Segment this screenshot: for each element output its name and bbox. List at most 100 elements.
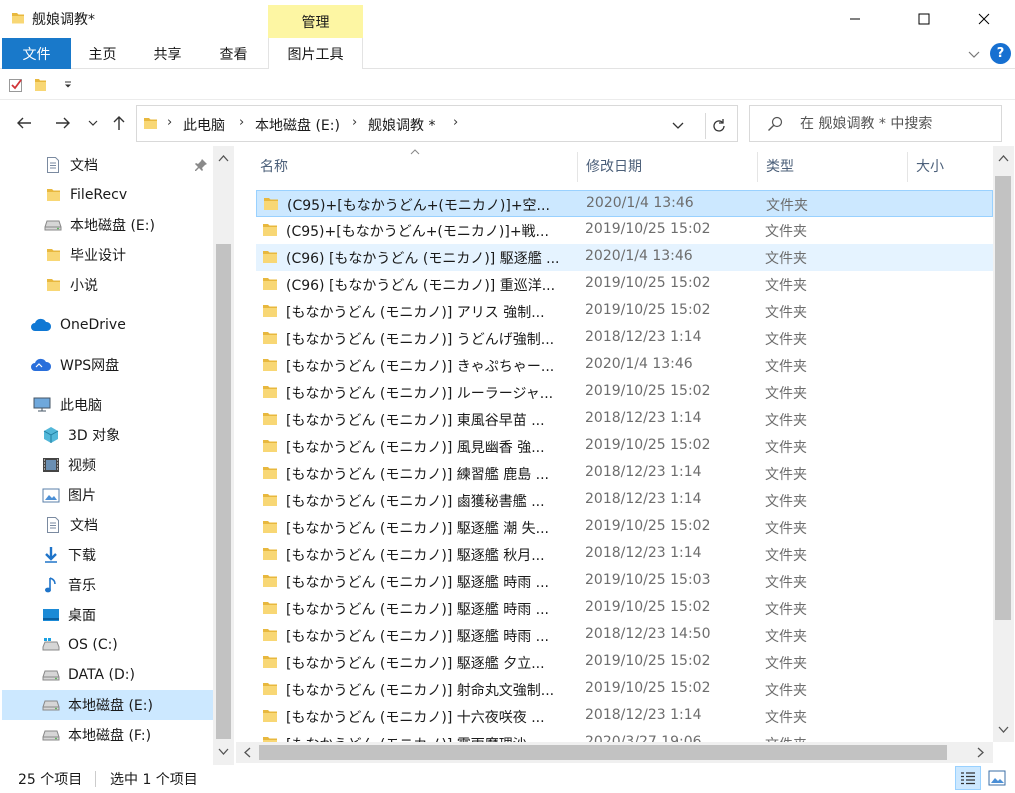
minimize-button[interactable] bbox=[832, 0, 878, 38]
maximize-button[interactable] bbox=[901, 0, 947, 38]
file-row[interactable]: [もなかうどん (モニカノ)] ルーラージャ... 2019/10/25 15:0… bbox=[256, 379, 993, 406]
properties-checkmark-icon[interactable] bbox=[8, 77, 24, 93]
file-row[interactable]: [もなかうどん (モニカノ)] 十六夜咲夜 ... 2018/12/23 1:14… bbox=[256, 703, 993, 730]
sidebar-item-desktop[interactable]: 桌面 bbox=[2, 600, 213, 630]
search-icon bbox=[768, 116, 783, 131]
scroll-up-arrow-icon[interactable] bbox=[998, 154, 1009, 162]
tab-share[interactable]: 共享 bbox=[134, 38, 201, 69]
details-view-button[interactable] bbox=[955, 766, 981, 790]
close-button[interactable] bbox=[961, 0, 1007, 38]
new-folder-icon[interactable] bbox=[33, 77, 48, 93]
file-list-scrollbar-thumb[interactable] bbox=[995, 176, 1011, 620]
sidebar-item-label: OneDrive bbox=[60, 317, 126, 333]
file-row[interactable]: [もなかうどん (モニカノ)] 駆逐艦 夕立... 2019/10/25 15:0… bbox=[256, 649, 993, 676]
scroll-up-arrow-icon[interactable] bbox=[218, 154, 229, 162]
sidebar-scrollbar-thumb[interactable] bbox=[216, 244, 231, 739]
sidebar-item-drive-f[interactable]: 本地磁盘 (F:) bbox=[2, 720, 213, 750]
file-row[interactable]: [もなかうどん (モニカノ)] うどんげ強制... 2018/12/23 1:14… bbox=[256, 325, 993, 352]
expand-ribbon-chevron-icon[interactable] bbox=[966, 46, 982, 62]
file-row[interactable]: (C95)+[もなかうどん+(モニカノ)]+戦... 2019/10/25 15:… bbox=[256, 217, 993, 244]
file-row[interactable]: [もなかうどん (モニカノ)] 射命丸文強制... 2019/10/25 15:0… bbox=[256, 676, 993, 703]
file-row[interactable]: [もなかうどん (モニカノ)] 風見幽香 強... 2019/10/25 15:0… bbox=[256, 433, 993, 460]
tab-home[interactable]: 主页 bbox=[71, 38, 134, 69]
tab-picture-tools[interactable]: 图片工具 bbox=[268, 38, 363, 69]
sidebar-item-3d-objects[interactable]: 3D 对象 bbox=[2, 420, 213, 450]
item-count: 25 个项目 bbox=[18, 772, 83, 788]
sidebar-item-downloads[interactable]: 下载 bbox=[2, 540, 213, 570]
up-button[interactable] bbox=[108, 112, 130, 134]
sidebar-item-drive-e[interactable]: 本地磁盘 (E:) bbox=[2, 690, 213, 720]
column-divider[interactable] bbox=[907, 152, 908, 182]
sidebar-item-onedrive[interactable]: OneDrive bbox=[2, 310, 213, 340]
breadcrumb-separator-icon[interactable]: › bbox=[453, 115, 458, 130]
tab-view[interactable]: 查看 bbox=[201, 38, 266, 69]
sidebar-item-label: 下载 bbox=[68, 548, 96, 564]
recent-locations-button[interactable] bbox=[84, 112, 102, 134]
file-row[interactable]: [もなかうどん (モニカノ)] 駆逐艦 時雨 ... 2019/10/25 15:… bbox=[256, 595, 993, 622]
sidebar-scrollbar[interactable] bbox=[213, 146, 234, 765]
search-box[interactable] bbox=[749, 105, 1002, 142]
scroll-right-arrow-icon[interactable] bbox=[977, 747, 985, 758]
sidebar-item-data-d[interactable]: DATA (D:) bbox=[2, 660, 213, 690]
address-history-chevron-icon[interactable] bbox=[668, 115, 688, 135]
sidebar-item-drive-e-quick[interactable]: 本地磁盘 (E:) bbox=[2, 210, 213, 240]
help-button[interactable]: ? bbox=[990, 43, 1011, 64]
sidebar-item-filerecv[interactable]: FileRecv bbox=[2, 180, 213, 210]
sidebar-item-graduation-design[interactable]: 毕业设计 bbox=[2, 240, 213, 270]
sort-ascending-icon bbox=[410, 149, 420, 155]
scroll-left-arrow-icon[interactable] bbox=[243, 747, 251, 758]
file-row[interactable]: [もなかうどん (モニカノ)] 東風谷早苗 ... 2018/12/23 1:14… bbox=[256, 406, 993, 433]
column-divider[interactable] bbox=[577, 152, 578, 182]
file-list-horizontal-scrollbar-thumb[interactable] bbox=[259, 745, 947, 760]
sidebar-item-documents[interactable]: 文档 bbox=[2, 510, 213, 540]
file-row[interactable]: (C95)+[もなかうどん+(モニカノ)]+空... 2020/1/4 13:46… bbox=[256, 190, 993, 217]
file-date-modified: 2020/1/4 13:46 bbox=[586, 195, 694, 211]
search-input[interactable] bbox=[800, 114, 995, 134]
file-row[interactable]: [もなかうどん (モニカノ)] 練習艦 鹿島 ... 2018/12/23 1:1… bbox=[256, 460, 993, 487]
tab-file[interactable]: 文件 bbox=[2, 38, 71, 69]
file-row[interactable]: [もなかうどん (モニカノ)] きゃぷちゃー... 2020/1/4 13:46 文… bbox=[256, 352, 993, 379]
file-row[interactable]: [もなかうどん (モニカノ)] 駆逐艦 時雨 ... 2018/12/23 14:… bbox=[256, 622, 993, 649]
sidebar-item-novels[interactable]: 小说 bbox=[2, 270, 213, 300]
forward-button[interactable] bbox=[52, 112, 74, 134]
file-list-scrollbar[interactable] bbox=[993, 146, 1014, 742]
sidebar-item-pictures[interactable]: 图片 bbox=[2, 480, 213, 510]
sidebar-item-music[interactable]: 音乐 bbox=[2, 570, 213, 600]
address-bar[interactable]: › 此电脑 › 本地磁盘 (E:) › 舰娘调教 * › bbox=[136, 105, 738, 142]
sidebar-item-label: 文档 bbox=[70, 158, 98, 174]
file-row[interactable]: (C96) [もなかうどん (モニカノ)] 駆逐艦 ... 2020/1/4 13… bbox=[256, 244, 993, 271]
refresh-button[interactable] bbox=[705, 113, 731, 139]
large-icons-view-button[interactable] bbox=[985, 766, 1009, 790]
file-row[interactable]: [もなかうどん (モニカノ)] アリス 強制... 2019/10/25 15:0… bbox=[256, 298, 993, 325]
breadcrumb-drive-e[interactable]: 本地磁盘 (E:) bbox=[255, 115, 340, 135]
sidebar-item-os-c[interactable]: OS (C:) bbox=[2, 630, 213, 660]
scroll-down-arrow-icon[interactable] bbox=[218, 748, 229, 756]
column-header-size[interactable]: 大小 bbox=[916, 146, 944, 186]
column-divider[interactable] bbox=[757, 152, 758, 182]
breadcrumb-separator-icon[interactable]: › bbox=[239, 115, 244, 130]
sidebar-item-this-pc[interactable]: 此电脑 bbox=[2, 390, 213, 420]
column-header-name[interactable]: 名称 bbox=[260, 146, 288, 186]
file-list-horizontal-scrollbar[interactable] bbox=[236, 742, 993, 763]
file-row[interactable]: [もなかうどん (モニカノ)] 駆逐艦 潮 失... 2019/10/25 15:… bbox=[256, 514, 993, 541]
breadcrumb-separator-icon[interactable]: › bbox=[352, 115, 357, 130]
folder-icon bbox=[263, 413, 277, 425]
file-row[interactable]: [もなかうどん (モニカノ)] 駆逐艦 時雨 ... 2019/10/25 15:… bbox=[256, 568, 993, 595]
file-row[interactable]: [もなかうどん (モニカノ)] 駆逐艦 秋月... 2018/12/23 1:14… bbox=[256, 541, 993, 568]
breadcrumb-separator-icon[interactable]: › bbox=[167, 115, 172, 130]
sidebar-item-documents-pinned[interactable]: 文档 bbox=[2, 150, 213, 180]
breadcrumb-current-folder[interactable]: 舰娘调教 * bbox=[368, 115, 435, 135]
file-date-modified: 2019/10/25 15:02 bbox=[585, 653, 711, 669]
sidebar-item-wps-cloud[interactable]: WPS网盘 bbox=[2, 350, 213, 380]
sidebar-item-videos[interactable]: 视频 bbox=[2, 450, 213, 480]
qat-dropdown-icon[interactable] bbox=[63, 80, 73, 90]
file-row[interactable]: (C96) [もなかうどん (モニカノ)] 重巡洋... 2019/10/25 1… bbox=[256, 271, 993, 298]
pin-icon[interactable] bbox=[194, 158, 208, 172]
status-bar: 25 个项目 选中 1 个项目 bbox=[0, 765, 1015, 793]
column-header-date-modified[interactable]: 修改日期 bbox=[586, 146, 642, 186]
scroll-down-arrow-icon[interactable] bbox=[998, 726, 1009, 734]
file-row[interactable]: [もなかうどん (モニカノ)] 鹵獲秘書艦 ... 2018/12/23 1:14… bbox=[256, 487, 993, 514]
back-button[interactable] bbox=[13, 112, 35, 134]
breadcrumb-this-pc[interactable]: 此电脑 bbox=[183, 115, 225, 135]
column-header-type[interactable]: 类型 bbox=[766, 146, 794, 186]
